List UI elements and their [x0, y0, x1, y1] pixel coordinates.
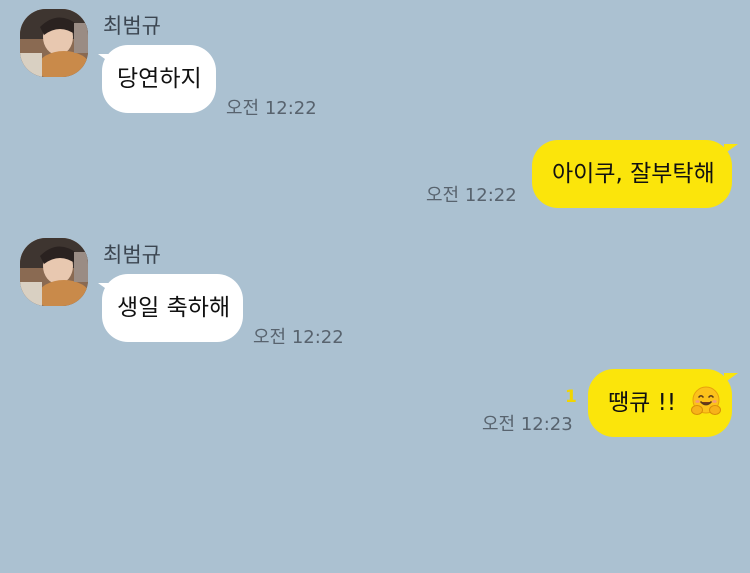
message-text: 당연하지	[117, 66, 202, 92]
profile-avatar[interactable]	[20, 238, 88, 306]
message-time: 오전 12:22	[226, 98, 317, 119]
message-time: 오전 12:23	[482, 414, 573, 435]
sender-name: 최범규	[103, 14, 161, 38]
message-bubble[interactable]: 땡큐 !!	[588, 369, 732, 437]
bubble-tail	[724, 144, 738, 154]
message-text: 생일 축하해	[117, 295, 231, 321]
message-text: 아이쿠, 잘부탁해	[552, 161, 715, 187]
message-time: 오전 12:22	[253, 327, 344, 348]
message-bubble[interactable]: 아이쿠, 잘부탁해	[532, 140, 732, 208]
profile-avatar[interactable]	[20, 9, 88, 77]
message-bubble[interactable]: 당연하지	[102, 45, 216, 113]
message-time: 오전 12:22	[426, 185, 517, 206]
unread-count: 1	[565, 387, 577, 407]
hugging-face-emoji-icon	[690, 376, 722, 415]
message-bubble[interactable]: 생일 축하해	[102, 274, 243, 342]
sender-name: 최범규	[103, 243, 161, 267]
bubble-tail	[724, 373, 738, 383]
chat-room[interactable]: 최범규 당연하지 오전 12:22 오전 12:22 아이쿠, 잘부탁해 최범규…	[0, 0, 750, 573]
message-text: 땡큐 !!	[608, 390, 677, 416]
